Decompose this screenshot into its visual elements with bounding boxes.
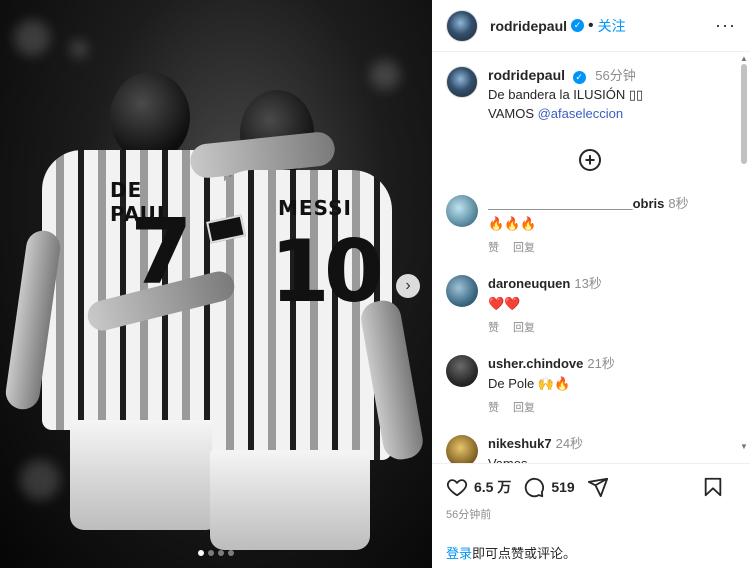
player-head bbox=[110, 72, 190, 162]
carousel-dot bbox=[218, 550, 224, 556]
reply-comment-button[interactable]: 回复 bbox=[513, 319, 535, 337]
login-link[interactable]: 登录 bbox=[446, 546, 472, 561]
comment-text: 🔥🔥🔥 bbox=[488, 216, 537, 231]
comment-text: Vamos bbox=[488, 455, 583, 463]
comment-button[interactable]: 519 bbox=[523, 476, 575, 498]
paper-plane-icon bbox=[587, 477, 608, 498]
like-comment-button[interactable]: 赞 bbox=[488, 399, 499, 417]
comments-list[interactable]: rodridepaul ✓ 56分钟 De bandera la ILUSIÓN… bbox=[432, 52, 750, 463]
comment-text: ❤️❤️ bbox=[488, 296, 521, 311]
reply-comment-button[interactable]: 回复 bbox=[513, 399, 535, 417]
scroll-down-arrow-icon[interactable]: ▼ bbox=[740, 442, 748, 451]
author-avatar[interactable] bbox=[446, 66, 478, 98]
comment-text: De Pole 🙌🔥 bbox=[488, 376, 571, 391]
bokeh-light bbox=[20, 460, 60, 500]
chevron-right-icon: › bbox=[405, 277, 411, 294]
commenter-avatar[interactable] bbox=[446, 435, 478, 463]
player-shorts bbox=[70, 420, 220, 530]
post-image[interactable]: DE PAUL 7 MESSI 10 › bbox=[0, 0, 432, 568]
comment-time: 8秒 bbox=[668, 196, 689, 211]
post-actions-section: 6.5 万 519 56分钟前 登录即可点赞或评论。 bbox=[432, 463, 750, 568]
jersey-number-right: 10 bbox=[270, 222, 384, 322]
separator-dot: • bbox=[588, 16, 594, 34]
caption-time: 56分钟 bbox=[595, 68, 636, 83]
save-button[interactable] bbox=[702, 476, 724, 498]
verified-badge-icon: ✓ bbox=[572, 71, 586, 84]
comment-time: 13秒 bbox=[574, 276, 602, 291]
scrollbar-thumb[interactable] bbox=[741, 64, 747, 164]
login-prompt-text: 即可点赞或评论。 bbox=[472, 546, 577, 561]
reply-comment-button[interactable]: 回复 bbox=[513, 239, 535, 257]
post-timestamp: 56分钟前 bbox=[446, 509, 492, 521]
comment-time: 24秒 bbox=[555, 436, 584, 451]
like-comment-button[interactable]: 赞 bbox=[488, 319, 499, 337]
comment-username[interactable]: usher.chindove bbox=[488, 356, 583, 371]
comments-scrollbar[interactable]: ▲ ▼ bbox=[740, 54, 748, 451]
commenter-avatar[interactable] bbox=[446, 195, 478, 227]
post-viewer: DE PAUL 7 MESSI 10 › rodridepaul ✓ • 关注 … bbox=[0, 0, 750, 568]
verified-badge-icon: ✓ bbox=[571, 19, 585, 32]
comment-item: nikeshuk724秒 Vamos bbox=[446, 435, 734, 463]
post-header: rodridepaul ✓ • 关注 ··· bbox=[432, 0, 750, 52]
bokeh-light bbox=[14, 20, 50, 56]
caption-text-line1: De bandera la ILUSIÓN ▯▯ bbox=[488, 87, 644, 102]
bokeh-light bbox=[370, 60, 400, 90]
carousel-dot bbox=[228, 550, 234, 556]
heart-icon bbox=[446, 479, 468, 497]
post-sidebar: rodridepaul ✓ • 关注 ··· rodridepaul ✓ 56分… bbox=[432, 0, 750, 568]
comment-item: ____________________obris 8秒 🔥🔥🔥 赞 回复 bbox=[446, 195, 734, 257]
caption-text-prefix: VAMOS bbox=[488, 106, 538, 121]
comment-username[interactable]: daroneuquen bbox=[488, 276, 570, 291]
comment-item: usher.chindove 21秒 De Pole 🙌🔥 赞 回复 bbox=[446, 355, 734, 417]
caption-mention-link[interactable]: @afaseleccion bbox=[538, 106, 623, 121]
comment-username[interactable]: ____________________obris bbox=[488, 196, 664, 211]
comments-count: 519 bbox=[551, 479, 575, 495]
comment-item: daroneuquen 13秒 ❤️❤️ 赞 回复 bbox=[446, 275, 734, 337]
comment-time: 21秒 bbox=[587, 356, 615, 371]
commenter-avatar[interactable] bbox=[446, 355, 478, 387]
like-comment-button[interactable]: 赞 bbox=[488, 239, 499, 257]
bookmark-icon bbox=[704, 477, 722, 497]
caption-username[interactable]: rodridepaul bbox=[488, 67, 565, 83]
plus-circle-icon[interactable]: + bbox=[579, 149, 601, 171]
jersey-name-right: MESSI bbox=[278, 196, 352, 220]
like-button[interactable]: 6.5 万 bbox=[446, 476, 511, 498]
carousel-dot bbox=[208, 550, 214, 556]
likes-count: 6.5 万 bbox=[474, 479, 512, 495]
player-shorts bbox=[210, 450, 370, 550]
author-username[interactable]: rodridepaul bbox=[490, 18, 567, 34]
author-avatar[interactable] bbox=[446, 9, 478, 42]
commenter-avatar[interactable] bbox=[446, 275, 478, 307]
follow-button[interactable]: 关注 bbox=[598, 16, 626, 36]
post-caption: rodridepaul ✓ 56分钟 De bandera la ILUSIÓN… bbox=[446, 66, 734, 123]
more-horizontal-icon[interactable]: ··· bbox=[715, 15, 736, 36]
carousel-indicator bbox=[0, 550, 432, 556]
share-button[interactable] bbox=[587, 476, 609, 498]
scroll-up-arrow-icon[interactable]: ▲ bbox=[740, 54, 748, 63]
comment-username[interactable]: nikeshuk7 bbox=[488, 436, 552, 451]
speech-bubble-icon bbox=[525, 478, 545, 498]
next-image-button[interactable]: › bbox=[396, 274, 420, 298]
carousel-dot bbox=[198, 550, 204, 556]
caption-text-line2: VAMOS @afaseleccion bbox=[488, 104, 643, 123]
bokeh-light bbox=[70, 40, 88, 58]
login-prompt: 登录即可点赞或评论。 bbox=[446, 543, 576, 562]
